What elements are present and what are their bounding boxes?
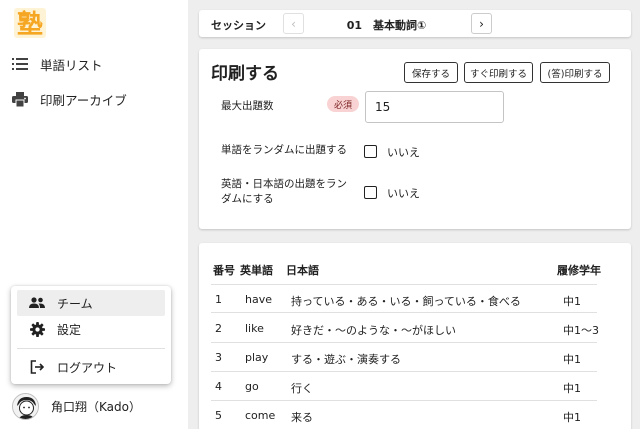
cell-number: 5 — [215, 409, 222, 422]
logout-icon — [29, 359, 45, 375]
cell-grade: 中1～3 — [563, 324, 599, 337]
random-words-checkbox[interactable] — [364, 145, 377, 158]
table-row[interactable]: 1 have 持っている・ある・いる・飼っている・食べる 中1 — [211, 284, 597, 313]
random-lang-value: いいえ — [387, 187, 420, 200]
session-value: 01 基本動詞① — [346, 19, 427, 32]
account-menu: チーム 設定 ログアウト — [11, 286, 171, 384]
menu-item-label: ログアウト — [57, 360, 118, 375]
chevron-right-icon: › — [479, 16, 484, 31]
user-name: 角口翔（Kado） — [51, 399, 141, 414]
random-lang-label-line2: ダムにする — [221, 193, 274, 205]
table-row[interactable]: 5 come 来る 中1 — [211, 401, 597, 429]
cell-number: 1 — [215, 293, 222, 306]
cell-japanese: 好きだ・～のような・～がほしい — [291, 324, 456, 337]
session-next-button[interactable]: › — [471, 13, 492, 34]
cell-grade: 中1 — [563, 353, 581, 366]
header-english: 英単語 — [240, 264, 273, 277]
menu-item-label: チーム — [57, 296, 93, 311]
page-title: 印刷する — [211, 64, 279, 84]
random-lang-checkbox[interactable] — [364, 186, 377, 199]
sidebar-item-label: 印刷アーカイブ — [40, 92, 127, 108]
menu-item-settings[interactable]: 設定 — [17, 316, 165, 342]
header-grade: 履修学年 — [557, 264, 601, 277]
required-badge: 必須 — [327, 96, 359, 112]
session-label: セッション — [211, 19, 266, 32]
cell-english: have — [245, 293, 272, 306]
session-bar: セッション ‹ 01 基本動詞① › — [199, 10, 631, 37]
menu-item-logout[interactable]: ログアウト — [17, 354, 165, 380]
save-button[interactable]: 保存する — [404, 62, 458, 83]
app-logo[interactable]: 塾 — [12, 6, 48, 40]
print-settings-card: 印刷する 保存する すぐ印刷する (答)印刷する 最大出題数 必須 単語をランダ… — [199, 49, 631, 229]
cell-japanese: 行く — [291, 382, 313, 395]
main-content: セッション ‹ 01 基本動詞① › 印刷する 保存する すぐ印刷する (答)印… — [188, 0, 640, 429]
sidebar: 塾 単語リスト 印刷アーカイブ チーム 設定 ログアウト 角口翔（Kado） — [0, 0, 188, 429]
chevron-left-icon: ‹ — [291, 16, 296, 31]
cell-japanese: する・遊ぶ・演奏する — [291, 353, 401, 366]
random-words-label: 単語をランダムに出題する — [221, 144, 347, 156]
sidebar-item-print-archive[interactable]: 印刷アーカイブ — [0, 84, 188, 114]
header-number: 番号 — [213, 264, 235, 277]
cell-japanese: 来る — [291, 411, 313, 424]
table-row[interactable]: 2 like 好きだ・～のような・～がほしい 中1～3 — [211, 314, 599, 343]
menu-item-label: 設定 — [57, 322, 82, 337]
cell-grade: 中1 — [563, 295, 581, 308]
session-prev-button[interactable]: ‹ — [283, 13, 304, 34]
cell-english: come — [245, 409, 276, 422]
cell-japanese: 持っている・ある・いる・飼っている・食べる — [291, 295, 521, 308]
word-table: 番号 英単語 日本語 履修学年 1 have 持っている・ある・いる・飼っている… — [199, 243, 631, 429]
random-words-value: いいえ — [387, 146, 420, 159]
header-japanese: 日本語 — [286, 264, 319, 277]
menu-item-team[interactable]: チーム — [17, 290, 165, 316]
cell-number: 2 — [215, 322, 222, 335]
print-now-button[interactable]: すぐ印刷する — [464, 62, 533, 83]
random-lang-label-line1: 英語・日本語の出題をラン — [221, 178, 347, 190]
max-questions-label: 最大出題数 — [221, 100, 274, 112]
avatar — [12, 392, 39, 420]
sidebar-item-label: 単語リスト — [40, 57, 103, 73]
sidebar-item-word-list[interactable]: 単語リスト — [0, 49, 188, 79]
answer-print-button[interactable]: (答)印刷する — [540, 62, 610, 83]
cell-english: go — [245, 380, 259, 393]
max-questions-input[interactable] — [365, 91, 504, 123]
cell-number: 3 — [215, 351, 222, 364]
cell-grade: 中1 — [563, 382, 581, 395]
team-icon — [29, 295, 45, 311]
menu-divider — [17, 348, 165, 349]
cell-english: like — [245, 322, 264, 335]
user-account[interactable]: 角口翔（Kado） — [12, 392, 182, 420]
table-row[interactable]: 3 play する・遊ぶ・演奏する 中1 — [211, 343, 597, 372]
list-icon — [12, 56, 28, 72]
table-row[interactable]: 4 go 行く 中1 — [211, 372, 597, 401]
cell-grade: 中1 — [563, 411, 581, 424]
printer-icon — [12, 91, 28, 107]
gear-icon — [29, 321, 45, 337]
logo-glyph: 塾 — [17, 9, 43, 40]
cell-number: 4 — [215, 380, 222, 393]
cell-english: play — [245, 351, 269, 364]
